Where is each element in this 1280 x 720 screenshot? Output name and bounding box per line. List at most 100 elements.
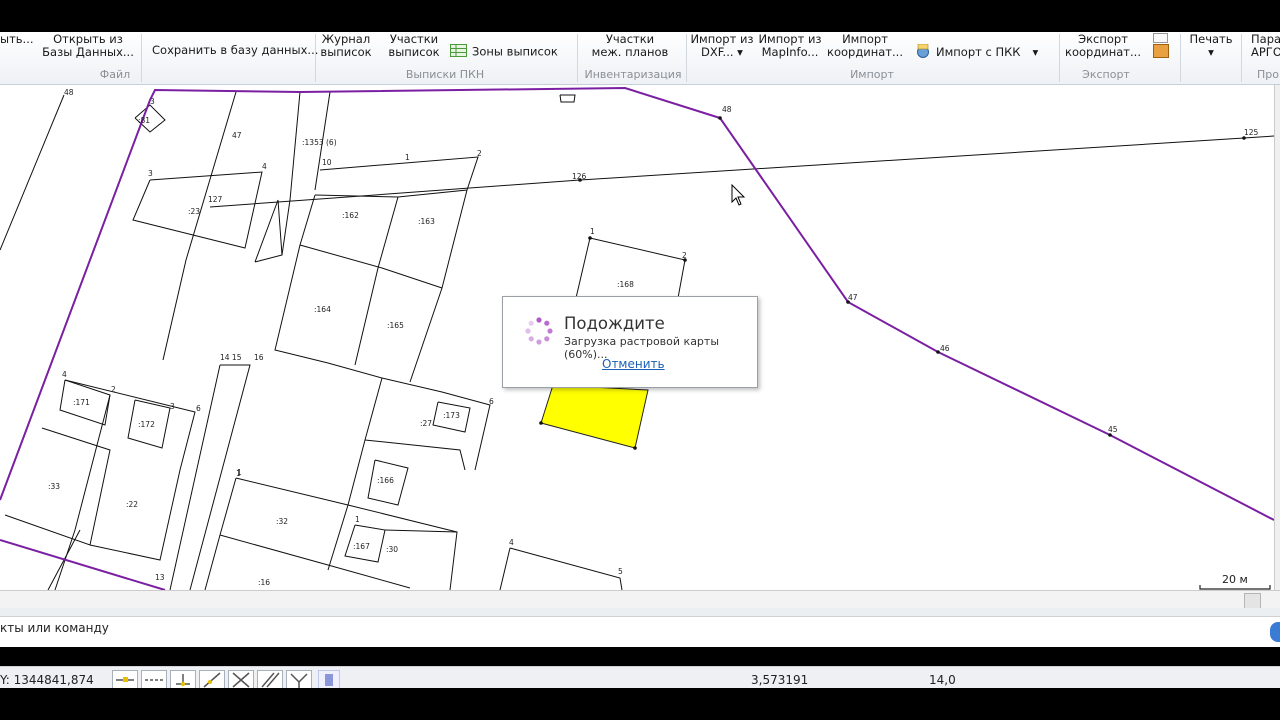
command-splitter[interactable]: [0, 608, 1280, 616]
import-pkk-button[interactable]: Импорт с ПКК ▾: [915, 43, 1039, 61]
journal-button[interactable]: Журнал выписок: [318, 33, 374, 59]
open-from-db-button[interactable]: Открыть из Базы Данных...: [42, 33, 134, 59]
tab-file-icon[interactable]: [1153, 44, 1169, 58]
map-label: 48: [722, 105, 732, 114]
map-label: 2: [682, 251, 687, 260]
export-small-icon[interactable]: [1153, 33, 1168, 43]
pkn-plots-button[interactable]: Участки выписок: [386, 33, 442, 59]
vertical-scrollbar[interactable]: [1274, 85, 1280, 605]
command-prompt: кты или команду: [0, 621, 109, 635]
map-label: 4: [262, 162, 267, 171]
parcel-line: [559, 94, 576, 103]
map-label: 5: [618, 567, 623, 576]
map-label: :30: [386, 545, 398, 554]
map-label: 47: [848, 293, 858, 302]
export-coords-button[interactable]: Экспорт координат...: [1064, 33, 1142, 59]
import-dxf-button[interactable]: Импорт из DXF... ▾: [690, 33, 754, 59]
command-action-button[interactable]: [1270, 622, 1280, 642]
import-coords-button[interactable]: Импорт координат...: [827, 33, 903, 59]
map-label: 3: [170, 402, 175, 411]
pkn-plots-label-2: выписок: [388, 45, 440, 59]
group-label-import: Импорт: [850, 68, 894, 81]
dropdown-arrow-icon: ▾: [1208, 45, 1214, 59]
parcel-line: [0, 94, 65, 251]
map-label: 6: [489, 397, 494, 406]
parcel-line: [384, 529, 458, 590]
snap-parallel-button[interactable]: [257, 670, 283, 690]
map-label: :162: [342, 211, 359, 220]
highlighted-parcel[interactable]: [540, 384, 649, 449]
dropdown-arrow-icon: ▾: [737, 45, 743, 59]
parcel-line: [314, 156, 479, 198]
map-label: 48: [64, 88, 74, 97]
map-label: 4: [509, 538, 514, 547]
map-label: 126: [572, 172, 587, 181]
ribbon-separator: [577, 34, 578, 82]
group-label-params: Про: [1257, 68, 1279, 81]
map-label: 13: [155, 573, 165, 582]
map-label: :171: [73, 398, 90, 407]
command-line[interactable]: [0, 616, 1280, 647]
ortho-mode-button[interactable]: [318, 670, 340, 690]
zones-button[interactable]: Зоны выписок: [450, 44, 558, 60]
ribbon-separator: [1241, 34, 1242, 82]
map-label: :164: [314, 305, 331, 314]
map-label: 47: [232, 131, 242, 140]
snap-midpoint-button[interactable]: [141, 670, 167, 690]
import-dxf-label-2: DXF...: [701, 45, 734, 59]
top-black-bar: [0, 0, 1280, 32]
parcel-line: [162, 91, 237, 361]
snap-line-button[interactable]: [199, 670, 225, 690]
parcel-line: [235, 477, 458, 533]
open-button-partial[interactable]: ыть...: [0, 33, 34, 46]
snap-vertex-button[interactable]: [170, 670, 196, 690]
parcel-line: [169, 364, 221, 590]
map-label: 1: [355, 515, 360, 524]
import-pkk-label: Импорт с ПКК: [936, 45, 1021, 59]
mouse-cursor-icon: [731, 184, 746, 206]
parcel-line: [499, 547, 511, 590]
map-label: 1: [405, 153, 410, 162]
parcel-line: [64, 379, 196, 561]
parcel-line: [354, 196, 399, 366]
horizontal-scrollbar[interactable]: [0, 590, 1280, 609]
inventory-plots-button[interactable]: Участки меж. планов: [590, 33, 670, 59]
cancel-link[interactable]: Отменить: [602, 357, 665, 371]
scroll-corner-button[interactable]: [1244, 593, 1261, 609]
spinner-icon: [525, 317, 553, 345]
params-label-2: АРГО: [1251, 45, 1280, 59]
map-label: :163: [418, 217, 435, 226]
pkk-globe-icon: [915, 43, 931, 61]
map-label: :32: [276, 517, 288, 526]
status-value-1: 3,573191: [751, 673, 809, 687]
inventory-plots-label-2: меж. планов: [591, 45, 669, 59]
map-label: :172: [138, 420, 155, 429]
snap-perpendicular-button[interactable]: [286, 670, 312, 690]
map-label: :33: [48, 482, 60, 491]
map-label: 1: [236, 469, 241, 478]
map-label: :166: [377, 476, 394, 485]
params-button[interactable]: Пара АРГО: [1251, 33, 1280, 59]
map-label: 10: [322, 158, 332, 167]
vertex-marker: [633, 446, 637, 450]
zones-label: Зоны выписок: [472, 44, 558, 59]
import-mapinfo-button[interactable]: Импорт из MapInfo...: [758, 33, 822, 59]
save-to-db-button[interactable]: Сохранить в базу данных...: [152, 44, 318, 57]
map-label: :22: [126, 500, 138, 509]
vertex-marker: [718, 116, 722, 120]
snap-intersection-button[interactable]: [228, 670, 254, 690]
snap-endpoint-button[interactable]: [112, 670, 138, 690]
dropdown-arrow-icon: ▾: [1032, 45, 1039, 59]
import-coords-label-2: координат...: [827, 45, 903, 59]
map-label: :165: [387, 321, 404, 330]
parcel-line: [189, 364, 251, 590]
print-button[interactable]: Печать ▾: [1185, 33, 1237, 59]
vertex-marker: [588, 236, 592, 240]
map-label: 3: [150, 97, 155, 106]
import-mapinfo-label-2: MapInfo...: [761, 45, 819, 59]
parcel-line: [364, 439, 466, 471]
dialog-title: Подождите: [564, 314, 665, 333]
map-label: :23: [188, 207, 200, 216]
parcel-line: [204, 477, 237, 590]
map-label: 1: [590, 227, 595, 236]
